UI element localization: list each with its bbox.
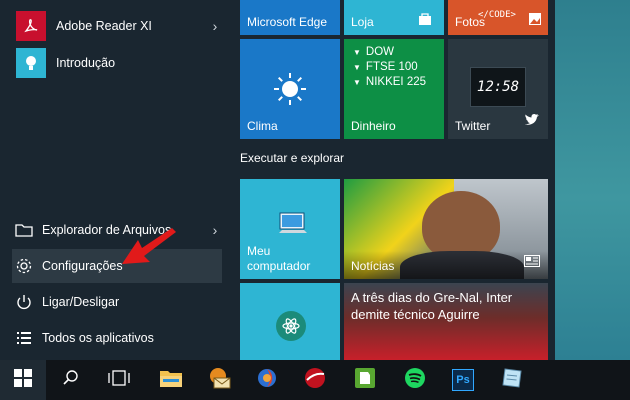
tile-store[interactable]: Loja xyxy=(344,0,444,35)
desktop-background xyxy=(555,0,630,360)
newspaper-icon xyxy=(524,254,540,272)
spotify-icon xyxy=(404,367,426,394)
list-icon xyxy=(14,328,34,348)
chevron-right-icon[interactable]: › xyxy=(208,222,222,238)
photoshop-icon: Ps xyxy=(452,369,474,391)
tile-news[interactable]: Notícias xyxy=(344,179,548,279)
windows-logo-icon xyxy=(14,368,32,392)
market-list: ▼ DOW ▼ FTSE 100 ▼ NIKKEI 225 xyxy=(353,45,426,90)
red-arrow-annotation xyxy=(122,228,176,264)
notes-app[interactable] xyxy=(490,360,536,400)
market-row: ▼ FTSE 100 xyxy=(353,61,418,73)
evernote-icon xyxy=(354,367,376,394)
down-arrow-icon: ▼ xyxy=(353,48,361,57)
tile-twitter[interactable]: 12:58 Twitter xyxy=(448,39,548,139)
tile-photos[interactable]: Fotos </CODE> xyxy=(448,0,548,35)
evernote-app[interactable] xyxy=(342,360,388,400)
note-icon xyxy=(501,367,525,394)
search-icon xyxy=(62,369,80,392)
clock-display: 12:58 xyxy=(470,67,526,107)
gear-icon xyxy=(14,256,34,276)
tile-weather[interactable]: Clima xyxy=(240,39,340,139)
tile-label: Meu computador xyxy=(247,244,311,273)
app-label: Introdução xyxy=(56,56,116,70)
tile-label: Loja xyxy=(351,14,374,29)
tile-my-computer[interactable]: Meu computador xyxy=(240,179,340,279)
power-icon xyxy=(14,292,34,312)
task-view-button[interactable] xyxy=(96,360,142,400)
atom-icon xyxy=(276,311,306,341)
start-menu: Adobe Reader XI › Introdução Explorador … xyxy=(0,0,555,360)
folder-icon xyxy=(159,368,183,393)
file-explorer-app[interactable] xyxy=(148,360,194,400)
code-overlay: </CODE> xyxy=(478,10,516,20)
tile-group-title: Executar e explorar xyxy=(240,151,345,165)
spotify-app[interactable] xyxy=(392,360,438,400)
market-row: ▼ NIKKEI 225 xyxy=(353,76,427,88)
mail-icon xyxy=(206,367,232,394)
start-button[interactable] xyxy=(0,360,46,400)
sports-headline: A três dias do Gre-Nal, Inter demite téc… xyxy=(351,290,513,322)
tile-label: Notícias xyxy=(351,258,395,273)
all-apps-label: Todos os aplicativos xyxy=(42,331,154,345)
sun-icon xyxy=(272,71,308,112)
down-arrow-icon: ▼ xyxy=(353,63,361,72)
taskbar: Ps xyxy=(0,360,630,400)
tile-label: Clima xyxy=(247,118,278,133)
settings-item[interactable]: Configurações xyxy=(12,249,222,283)
all-apps-item[interactable]: Todos os aplicativos xyxy=(12,321,222,355)
tile-money[interactable]: ▼ DOW ▼ FTSE 100 ▼ NIKKEI 225 Dinheiro xyxy=(344,39,444,139)
app-item-adobe-reader[interactable]: Adobe Reader XI › xyxy=(12,9,222,43)
file-explorer-item[interactable]: Explorador de Arquivos › xyxy=(12,213,222,247)
store-bag-icon xyxy=(418,12,432,31)
tile-label: Twitter xyxy=(455,118,491,133)
tile-label: Microsoft Edge xyxy=(247,14,328,29)
tile-app[interactable] xyxy=(240,283,340,360)
chevron-right-icon[interactable]: › xyxy=(208,18,222,34)
folder-icon xyxy=(14,220,34,240)
adobe-reader-icon xyxy=(16,11,46,41)
browser-app[interactable] xyxy=(244,360,290,400)
power-item[interactable]: Ligar/Desligar xyxy=(12,285,222,319)
photoshop-app[interactable]: Ps xyxy=(440,360,486,400)
red-globe-icon xyxy=(304,367,326,394)
red-app[interactable] xyxy=(292,360,338,400)
lightbulb-icon xyxy=(16,48,46,78)
twitter-bird-icon xyxy=(524,113,540,132)
market-row: ▼ DOW xyxy=(353,46,395,58)
tile-microsoft-edge[interactable]: Microsoft Edge xyxy=(240,0,340,35)
computer-icon xyxy=(278,211,308,242)
browser-icon xyxy=(256,367,278,394)
tile-label: Dinheiro xyxy=(351,118,396,133)
app-item-introducao[interactable]: Introdução xyxy=(12,46,222,80)
search-button[interactable] xyxy=(48,360,94,400)
power-label: Ligar/Desligar xyxy=(42,295,120,309)
task-view-icon xyxy=(108,369,130,391)
down-arrow-icon: ▼ xyxy=(353,78,361,87)
start-menu-left-column: Adobe Reader XI › Introdução Explorador … xyxy=(0,0,232,360)
app-label: Adobe Reader XI xyxy=(56,19,152,33)
mail-app[interactable] xyxy=(196,360,242,400)
image-icon xyxy=(528,12,542,31)
tile-sports[interactable]: A três dias do Gre-Nal, Inter demite téc… xyxy=(344,283,548,360)
